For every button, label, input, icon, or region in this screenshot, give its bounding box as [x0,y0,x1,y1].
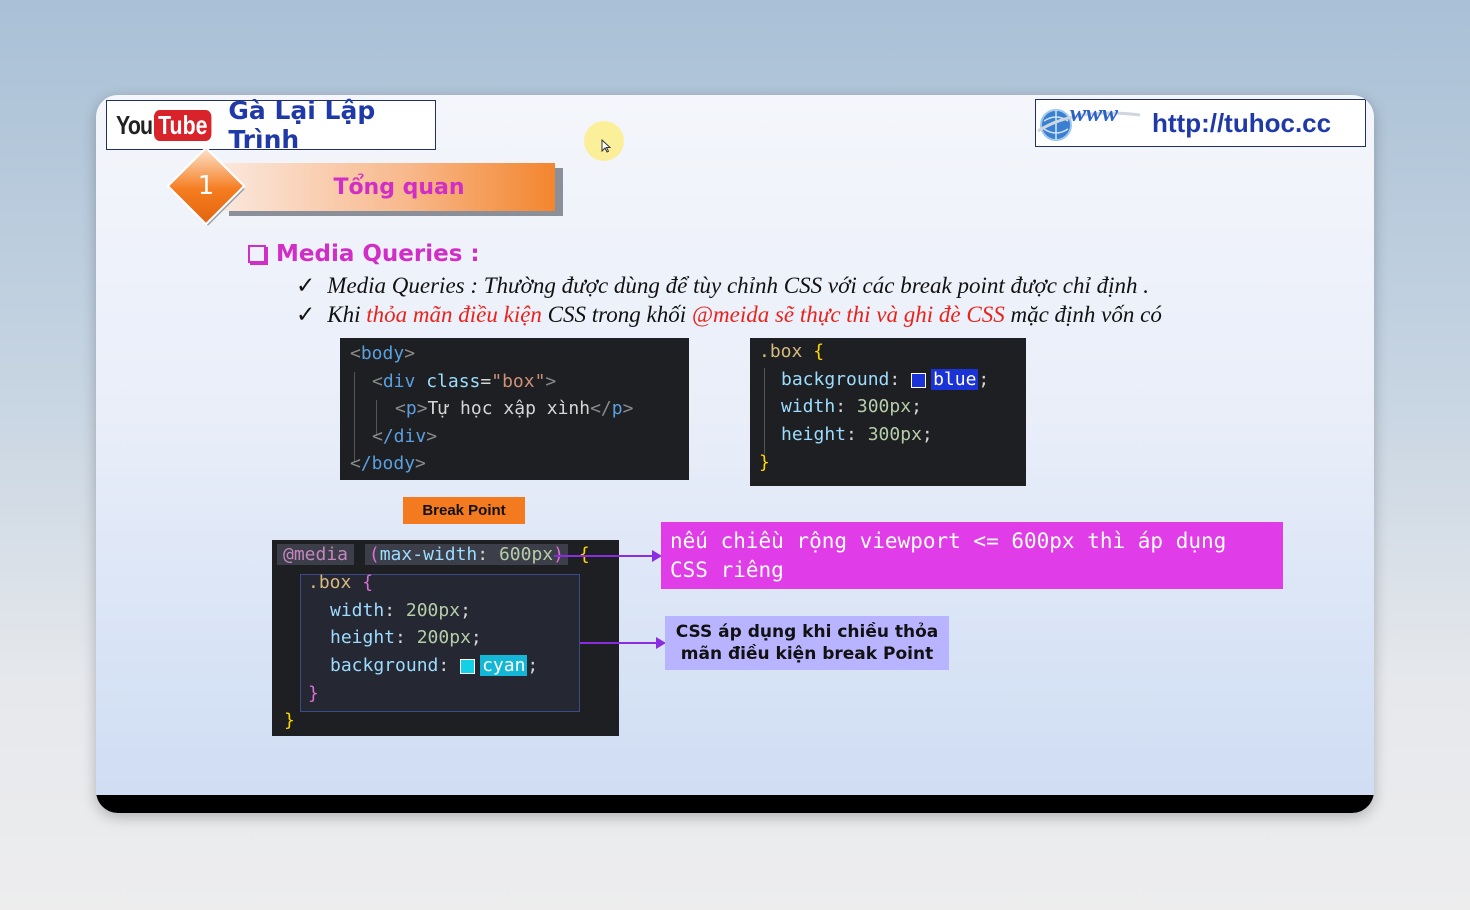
html-code-block: <body> <div class="box"> <p>Tự học xập x… [340,338,689,480]
bullet-1: ✓ Media Queries : Thường được dùng để tùy… [296,273,1149,299]
code-line: height: 200px; [330,627,482,648]
slide: You Tube Gà Lại Lập Trình www http://tuh… [96,95,1374,813]
youtube-logo-icon: You Tube [116,109,224,141]
bullet-2-text-c: mặc định vốn có [1004,302,1162,327]
channel-name: Gà Lại Lập Trình [228,96,376,154]
bullet-2-text-a: Khi [327,302,367,327]
arrow-connector [554,555,654,557]
color-swatch-icon [460,658,476,674]
code-line: } [284,710,295,731]
youtube-logo-tube: Tube [154,109,212,141]
slide-bottom-bar [96,795,1374,813]
viewport-condition-callout: nếu chiều rộng viewport <= 600px thì áp … [661,522,1283,589]
break-point-label: Break Point [403,497,525,524]
css-code-block: .box { background: blue; width: 300px; h… [750,338,1026,486]
youtube-channel-badge: You Tube Gà Lại Lập Trình [106,96,436,154]
code-line: .box { [759,341,825,362]
checkmark-icon: ✓ [296,273,316,298]
section-title: Tổng quan [333,174,465,200]
bullet-2-highlight-b: @meida sẽ thực thi và ghi đè CSS [691,302,1005,327]
youtube-logo-you: You [116,109,153,140]
mouse-pointer-icon [601,138,612,157]
code-line: <p>Tự học xập xình</p> [395,398,634,419]
code-line: background: cyan; [330,655,539,676]
bullet-2-highlight-a: thỏa mãn điều kiện [366,302,542,327]
code-line: @media (max-width: 600px) { [277,544,590,565]
code-line: width: 300px; [781,396,922,417]
www-text: www [1070,101,1119,127]
checkmark-icon: ✓ [296,302,316,327]
website-url[interactable]: http://tuhoc.cc [1152,108,1331,139]
heading-text: Media Queries : [276,241,480,267]
code-line: height: 300px; [781,424,933,445]
checkbox-bullet-icon [248,245,266,263]
code-line: <body> [350,343,416,364]
bullet-1-text: Media Queries : Thường được dùng để tùy … [327,273,1150,298]
globe-www-icon: www [1036,101,1148,145]
media-queries-heading: Media Queries : [248,241,480,267]
media-query-code-block: @media (max-width: 600px) { .box { width… [272,540,619,736]
color-swatch-icon [911,372,927,388]
section-number: 1 [197,171,215,201]
bullet-2-text-b: CSS trong khối [541,302,692,327]
code-line: </div> [372,426,438,447]
code-line: width: 200px; [330,600,471,621]
code-line: background: blue; [781,369,990,390]
arrow-connector [580,642,658,644]
css-override-callout: CSS áp dụng khi chiều thỏa mãn điều kiện… [665,616,949,670]
code-line: } [308,683,319,704]
bullet-2: ✓ Khi thỏa mãn điều kiện CSS trong khối @… [296,302,1162,328]
code-line: .box { [308,572,374,593]
section-banner: Tổng quan [223,163,555,211]
code-line: } [759,452,770,473]
code-line: </body> [350,453,426,474]
website-badge: www http://tuhoc.cc [1035,99,1366,147]
code-line: <div class="box"> [372,371,557,392]
